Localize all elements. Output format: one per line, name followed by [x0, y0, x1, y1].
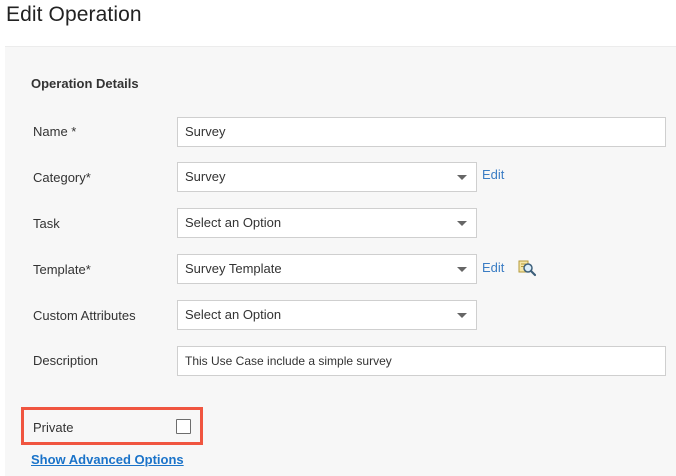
template-edit-link[interactable]: Edit — [482, 260, 504, 275]
custom-attributes-select-value: Select an Option — [185, 307, 282, 322]
section-title: Operation Details — [31, 76, 139, 91]
custom-attributes-select[interactable]: Select an Option — [177, 300, 477, 330]
category-select[interactable]: Survey — [177, 162, 477, 192]
category-select-value: Survey — [185, 169, 226, 184]
private-checkbox[interactable] — [176, 419, 191, 434]
template-select[interactable]: Survey Template — [177, 254, 477, 284]
category-label: Category* — [33, 170, 91, 185]
show-advanced-options-link[interactable]: Show Advanced Options — [31, 452, 184, 467]
template-label: Template* — [33, 262, 91, 277]
task-label: Task — [33, 216, 60, 231]
custom-attributes-label: Custom Attributes — [33, 308, 136, 323]
magnifier-lookup-icon[interactable] — [518, 259, 537, 277]
description-label: Description — [33, 353, 99, 368]
name-label: Name * — [33, 124, 77, 139]
name-input[interactable]: Survey — [177, 117, 666, 147]
page-title: Edit Operation — [6, 3, 142, 26]
task-select-value: Select an Option — [185, 215, 282, 230]
template-select-value: Survey Template — [185, 261, 282, 276]
description-input[interactable]: This Use Case include a simple survey — [177, 346, 666, 376]
chevron-down-icon — [457, 267, 467, 272]
chevron-down-icon — [457, 313, 467, 318]
chevron-down-icon — [457, 175, 467, 180]
task-select[interactable]: Select an Option — [177, 208, 477, 238]
private-label: Private — [33, 420, 74, 435]
category-edit-link[interactable]: Edit — [482, 167, 504, 182]
chevron-down-icon — [457, 221, 467, 226]
